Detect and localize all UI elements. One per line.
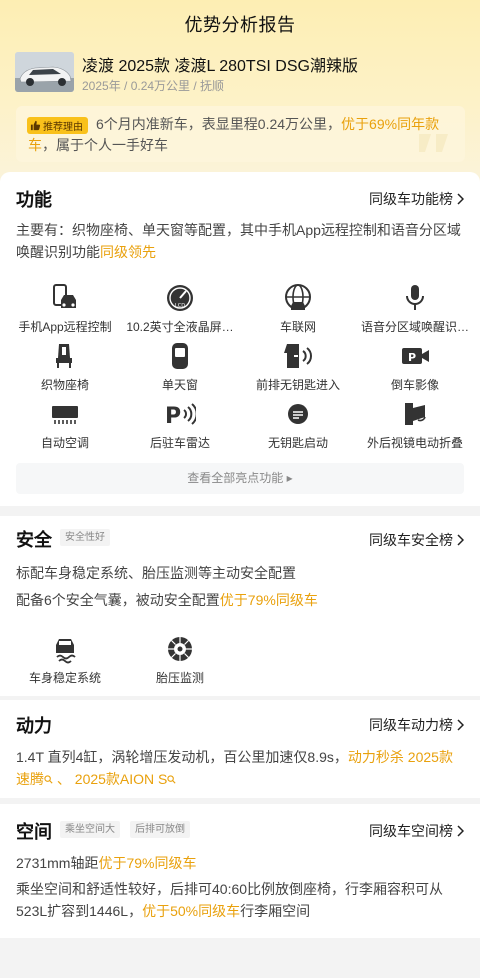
triangle-right-icon: ▸: [286, 471, 293, 485]
keyless-start-icon: [288, 404, 308, 424]
chevron-right-icon: [457, 825, 464, 837]
mirror-fold-icon: [405, 403, 426, 425]
parking-radar-icon: P: [165, 403, 196, 429]
feature-item[interactable]: 无钥匙启动: [238, 398, 358, 451]
feature-item[interactable]: 车联网: [238, 282, 358, 335]
space-tag: 后排可放倒: [130, 821, 190, 838]
safety-line2: 配备6个安全气囊，被动安全配置优于79%同级车: [16, 592, 318, 608]
feature-item[interactable]: 语音分区域唤醒识…: [355, 282, 475, 335]
reverse-camera-icon: P: [402, 348, 429, 364]
car-thumbnail: [15, 52, 74, 92]
recommendation-badge: 推荐理由: [27, 117, 88, 134]
features-card: 功能 同级车功能榜 主要有：织物座椅、单天窗等配置，其中手机App远程控制和语音…: [0, 172, 480, 506]
feature-item[interactable]: 外后视镜电动折叠: [355, 398, 475, 451]
chevron-right-icon: [457, 534, 464, 546]
safety-ranking-link[interactable]: 同级车安全榜: [369, 530, 464, 550]
feature-item[interactable]: 单天窗: [120, 340, 240, 393]
feature-item[interactable]: 自动空调: [5, 398, 125, 451]
air-conditioner-icon: [52, 406, 78, 424]
feature-item[interactable]: P 倒车影像: [355, 340, 475, 393]
phone-car-icon: [53, 284, 76, 308]
power-compare-link-2[interactable]: 2025款AION S: [75, 771, 177, 787]
safety-item[interactable]: 胎压监测: [120, 633, 240, 686]
chevron-right-icon: [457, 719, 464, 731]
sunroof-icon: [172, 343, 188, 369]
search-icon: [167, 775, 176, 784]
safety-card: 安全 安全性好 同级车安全榜 标配车身稳定系统、胎压监测等主动安全配置 配备6个…: [0, 516, 480, 696]
search-icon: [44, 775, 53, 784]
seat-icon: [56, 344, 72, 368]
page-title: 优势分析报告: [184, 15, 296, 35]
svg-text:P: P: [408, 351, 416, 364]
svg-text:P: P: [165, 404, 181, 429]
safety-item[interactable]: 车身稳定系统: [5, 633, 125, 686]
safety-title: 安全: [16, 530, 52, 550]
feature-item[interactable]: 前排无钥匙进入: [238, 340, 358, 393]
lcd-gauge-icon: LCD: [167, 285, 193, 311]
car-meta: 2025年 / 0.24万公里 / 抚顺: [82, 79, 225, 93]
safety-tag: 安全性好: [60, 529, 110, 546]
features-title: 功能: [16, 190, 52, 210]
power-title: 动力: [16, 716, 52, 736]
svg-text:LCD: LCD: [175, 303, 185, 309]
recommendation-text: 6个月内准新车，表显里程0.24万公里，优于69%同年款车，属于个人一手好车: [28, 116, 440, 153]
microphone-icon: [406, 285, 424, 310]
car-summary[interactable]: 凌渡 2025款 凌渡L 280TSI DSG潮辣版 2025年 / 0.24万…: [15, 52, 465, 96]
features-description: 主要有：织物座椅、单天窗等配置，其中手机App远程控制和语音分区域唤醒识别功能同…: [16, 222, 461, 260]
feature-item[interactable]: 手机App远程控制: [5, 282, 125, 335]
space-line2: 乘坐空间和舒适性较好，后排可40:60比例放倒座椅，行李厢容积可从523L扩容到…: [16, 881, 444, 919]
tire-pressure-icon: [168, 637, 192, 661]
feature-item[interactable]: P 后驻车雷达: [120, 398, 240, 451]
car-title: 凌渡 2025款 凌渡L 280TSI DSG潮辣版: [82, 58, 358, 75]
space-card: 空间 乘坐空间大 后排可放倒 同级车空间榜 2731mm轴距优于79%同级车 乘…: [0, 804, 480, 938]
chevron-right-icon: [457, 193, 464, 205]
feature-item[interactable]: LCD 10.2英寸全液晶屏…: [120, 282, 240, 335]
connected-car-icon: [285, 284, 311, 310]
keyless-door-icon: [284, 344, 312, 368]
space-title: 空间: [16, 822, 52, 842]
safety-line1: 标配车身稳定系统、胎压监测等主动安全配置: [16, 565, 296, 581]
power-ranking-link[interactable]: 同级车动力榜: [369, 715, 464, 735]
space-tag: 乘坐空间大: [60, 821, 120, 838]
feature-item[interactable]: 织物座椅: [5, 340, 125, 393]
space-line1: 2731mm轴距优于79%同级车: [16, 855, 197, 871]
quote-mark-icon: [419, 134, 448, 152]
view-all-features-button[interactable]: 查看全部亮点功能 ▸: [16, 463, 464, 494]
thumbs-up-icon: [30, 120, 41, 131]
power-card: 动力 同级车动力榜 1.4T 直列4缸，涡轮增压发动机，百公里加速仅8.9s，动…: [0, 700, 480, 798]
space-ranking-link[interactable]: 同级车空间榜: [369, 821, 464, 841]
power-description: 1.4T 直列4缸，涡轮增压发动机，百公里加速仅8.9s，动力秒杀 2025款速…: [16, 749, 453, 787]
stability-control-icon: [56, 639, 76, 664]
features-ranking-link[interactable]: 同级车功能榜: [369, 189, 464, 209]
recommendation-box: 6个月内准新车，表显里程0.24万公里，优于69%同年款车，属于个人一手好车 推…: [16, 106, 465, 162]
